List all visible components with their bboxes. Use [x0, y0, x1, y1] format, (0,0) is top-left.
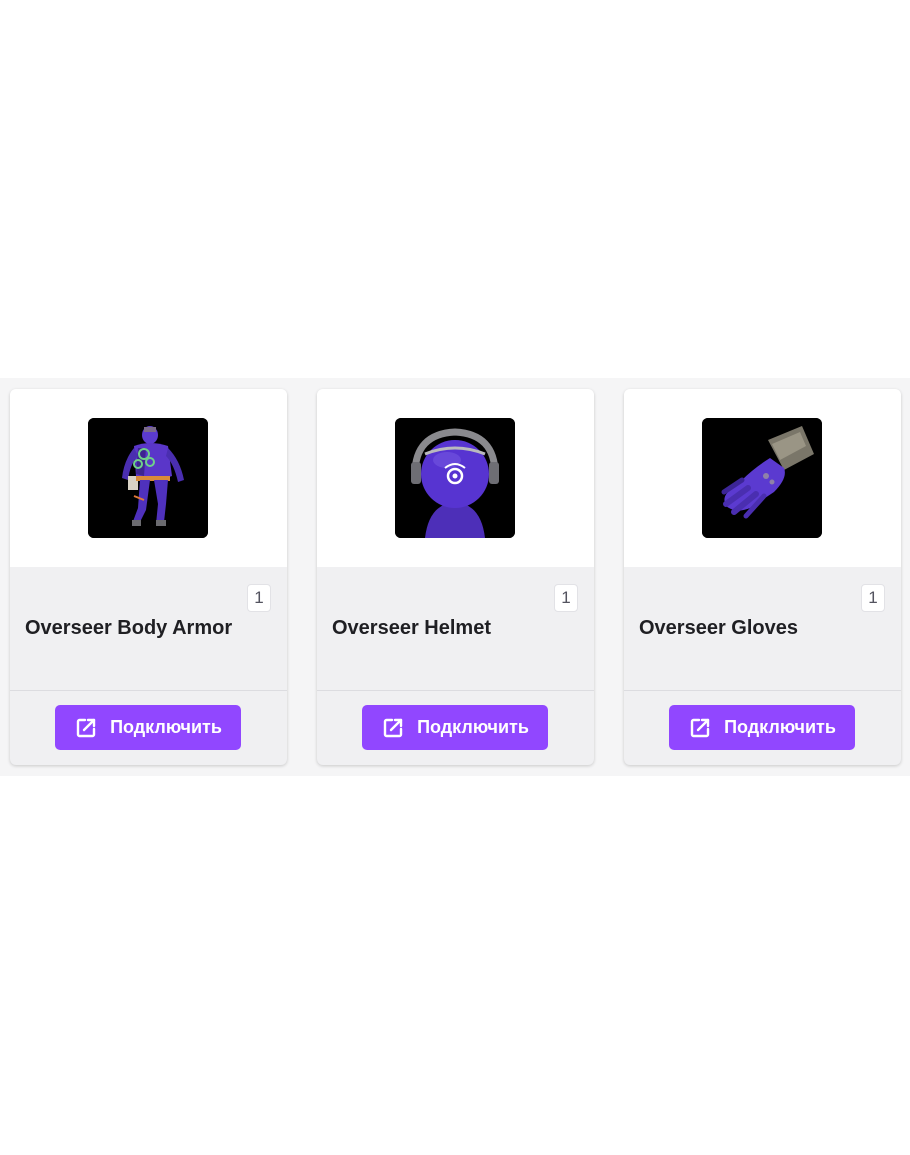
external-link-icon: [381, 716, 405, 740]
card-title: Overseer Body Armor: [25, 617, 233, 639]
card-divider: [624, 690, 901, 691]
overseer-body-armor-image: [88, 418, 208, 538]
card-title: Overseer Helmet: [332, 617, 491, 639]
connect-button[interactable]: Подключить: [669, 705, 855, 750]
overseer-helmet-image: [395, 418, 515, 538]
card-media: [624, 389, 901, 567]
external-link-icon: [688, 716, 712, 740]
quantity-badge: 1: [247, 584, 271, 612]
connect-button-label: Подключить: [724, 717, 836, 737]
connect-button[interactable]: Подключить: [362, 705, 548, 750]
connect-button-label: Подключить: [110, 717, 222, 737]
overseer-gloves-image: [702, 418, 822, 538]
reward-card-body-armor: 1 Overseer Body Armor Подключить: [10, 389, 287, 765]
quantity-badge: 1: [861, 584, 885, 612]
external-link-icon: [74, 716, 98, 740]
reward-card-gloves: 1 Overseer Gloves Подключить: [624, 389, 901, 765]
quantity-badge: 1: [554, 584, 578, 612]
card-media: [10, 389, 287, 567]
connect-button-label: Подключить: [417, 717, 529, 737]
card-divider: [317, 690, 594, 691]
reward-card-helmet: 1 Overseer Helmet Подключить: [317, 389, 594, 765]
connect-button[interactable]: Подключить: [55, 705, 241, 750]
card-title: Overseer Gloves: [639, 617, 798, 639]
card-media: [317, 389, 594, 567]
card-divider: [10, 690, 287, 691]
